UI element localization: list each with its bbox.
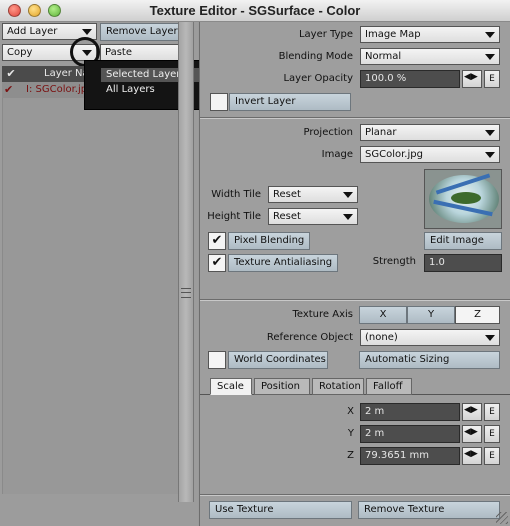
scale-y-label: Y [347, 428, 354, 439]
scale-z-spinner-icon[interactable]: ◀▶ [462, 447, 482, 465]
automatic-sizing-button[interactable]: Automatic Sizing [359, 351, 500, 369]
resize-grip-icon[interactable] [496, 512, 508, 524]
reference-object-label: Reference Object [266, 332, 353, 343]
copy-label: Copy [7, 47, 33, 58]
scale-z-envelope-button[interactable]: E [484, 447, 500, 465]
section-divider [200, 299, 510, 301]
width-tile-value: Reset [273, 189, 301, 200]
projection-value: Planar [365, 127, 397, 138]
tab-position[interactable]: Position [254, 378, 310, 395]
image-dropdown[interactable]: SGColor.jpg [360, 146, 500, 163]
blending-mode-value: Normal [365, 51, 402, 62]
use-texture-button[interactable]: Use Texture [209, 501, 352, 519]
height-tile-dropdown[interactable]: Reset [268, 208, 358, 225]
layer-enabled-check-icon[interactable]: ✔ [4, 82, 18, 98]
window-title: Texture Editor - SGSurface - Color [149, 3, 361, 18]
axis-z-button[interactable]: Z [455, 306, 500, 324]
axis-x-button[interactable]: X [359, 306, 407, 324]
height-tile-label: Height Tile [207, 211, 261, 222]
texture-antialiasing-checkbox[interactable]: ✔ [208, 254, 226, 272]
chevron-down-icon [343, 192, 353, 198]
panel-splitter[interactable] [178, 22, 194, 502]
layer-list[interactable] [2, 98, 194, 494]
column-layer-name: Layer Na [44, 68, 89, 79]
scale-z-field[interactable]: 79.3651 mm [360, 447, 460, 465]
splitter-grip-icon-line [181, 292, 191, 293]
chevron-down-icon [485, 54, 495, 60]
chevron-down-icon [485, 335, 495, 341]
scale-y-envelope-button[interactable]: E [484, 425, 500, 443]
image-value: SGColor.jpg [365, 149, 423, 160]
section-divider [200, 117, 510, 119]
width-tile-label: Width Tile [211, 189, 261, 200]
scale-x-envelope-button[interactable]: E [484, 403, 500, 421]
invert-layer-checkbox[interactable] [210, 93, 228, 111]
reference-object-dropdown[interactable]: (none) [360, 329, 500, 346]
scale-x-label: X [347, 406, 354, 417]
scale-x-field[interactable]: 2 m [360, 403, 460, 421]
projection-dropdown[interactable]: Planar [360, 124, 500, 141]
strength-label: Strength [372, 256, 416, 267]
pixel-blending-label[interactable]: Pixel Blending [228, 232, 310, 250]
layer-opacity-label: Layer Opacity [283, 73, 353, 84]
scale-y-field[interactable]: 2 m [360, 425, 460, 443]
height-tile-value: Reset [273, 211, 301, 222]
tab-rotation[interactable]: Rotation [312, 378, 364, 395]
invert-layer-label[interactable]: Invert Layer [229, 93, 351, 111]
enable-column-check-icon: ✔ [6, 67, 16, 80]
world-coordinates-checkbox[interactable] [208, 351, 226, 369]
layer-row-name: I: SGColor.jp [26, 84, 88, 95]
tab-falloff[interactable]: Falloff [366, 378, 412, 395]
layer-type-value: Image Map [365, 29, 421, 40]
chevron-down-icon [485, 130, 495, 136]
image-thumbnail[interactable] [424, 169, 502, 229]
image-label: Image [321, 149, 353, 160]
splitter-grip-icon [181, 288, 191, 298]
projection-label: Projection [303, 127, 353, 138]
remove-texture-button[interactable]: Remove Texture [358, 501, 500, 519]
section-divider [200, 494, 510, 496]
chevron-down-icon [343, 214, 353, 220]
opacity-spinner-icon[interactable]: ◀▶ [462, 70, 482, 88]
pixel-blending-checkbox[interactable]: ✔ [208, 232, 226, 250]
paste-label: Paste [105, 47, 132, 58]
reference-object-value: (none) [365, 332, 398, 343]
checkmark-icon: ✔ [211, 255, 223, 270]
texture-antialiasing-label[interactable]: Texture Antialiasing [228, 254, 338, 272]
blending-mode-label: Blending Mode [278, 51, 353, 62]
scale-y-spinner-icon[interactable]: ◀▶ [462, 425, 482, 443]
layer-opacity-field[interactable]: 100.0 % [360, 70, 460, 88]
strength-field[interactable]: 1.0 [424, 254, 502, 272]
add-layer-label: Add Layer [7, 26, 58, 37]
layer-type-label: Layer Type [298, 29, 353, 40]
blending-mode-dropdown[interactable]: Normal [360, 48, 500, 65]
edit-image-button[interactable]: Edit Image [424, 232, 502, 250]
axis-y-button[interactable]: Y [407, 306, 455, 324]
chevron-down-icon [485, 152, 495, 158]
layer-type-dropdown[interactable]: Image Map [360, 26, 500, 43]
chevron-down-icon [485, 32, 495, 38]
thumbnail-leaf [451, 192, 481, 204]
chevron-down-icon [82, 29, 92, 35]
texture-axis-label: Texture Axis [292, 309, 353, 320]
width-tile-dropdown[interactable]: Reset [268, 186, 358, 203]
tab-scale[interactable]: Scale [210, 378, 252, 395]
world-coordinates-label[interactable]: World Coordinates [228, 351, 328, 369]
opacity-envelope-button[interactable]: E [484, 70, 500, 88]
scale-x-spinner-icon[interactable]: ◀▶ [462, 403, 482, 421]
scale-z-label: Z [347, 450, 354, 461]
checkmark-icon: ✔ [211, 233, 223, 248]
